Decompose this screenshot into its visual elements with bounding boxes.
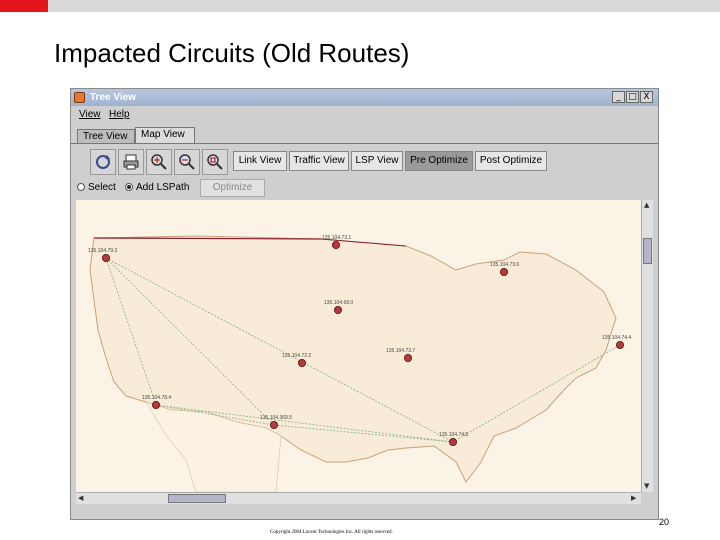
pre-optimize-button[interactable]: Pre Optimize [405, 151, 473, 171]
minimize-button[interactable]: _ [612, 91, 625, 103]
window-title-bar[interactable]: Tree View _ □ X [71, 89, 658, 106]
toolbar: Link View Traffic View LSP View Pre Opti… [75, 145, 655, 179]
router-node-label: 135.104.72.2 [282, 353, 311, 359]
router-node-label: 135.104.68.0 [324, 300, 353, 306]
post-optimize-button[interactable]: Post Optimize [475, 151, 547, 171]
link-view-button[interactable]: Link View [233, 151, 287, 171]
scroll-down-icon[interactable]: ▼ [644, 482, 649, 490]
router-node-label: 135.104.74.4 [602, 335, 631, 341]
page-number: 20 [659, 517, 670, 527]
router-node[interactable] [403, 353, 412, 362]
zoom-fit-icon[interactable] [202, 149, 228, 175]
print-icon[interactable] [118, 149, 144, 175]
add-lspath-radio[interactable] [125, 183, 133, 191]
horizontal-scrollbar[interactable]: ◀ ▶ [76, 492, 641, 504]
lsp-view-button[interactable]: LSP View [351, 151, 403, 171]
router-node[interactable] [616, 340, 625, 349]
router-node[interactable] [333, 306, 342, 315]
router-node[interactable] [499, 268, 508, 277]
refresh-icon[interactable] [90, 149, 116, 175]
router-node-label: 135.104.79.3 [88, 248, 117, 254]
add-lspath-label: Add LSPath [136, 182, 190, 193]
traffic-view-button[interactable]: Traffic View [289, 151, 349, 171]
menu-view[interactable]: View [79, 109, 101, 120]
router-node-label: 135.104.369.5 [260, 415, 292, 421]
select-radio[interactable] [77, 183, 85, 191]
horizontal-scroll-thumb[interactable] [168, 494, 226, 503]
router-node[interactable] [101, 254, 110, 263]
scroll-up-icon[interactable]: ▲ [644, 201, 649, 209]
us-map: 135.104.79.3 135.104.73.1 135.104.68.0 135.… [76, 200, 641, 492]
tab-strip: Tree View Map View [71, 127, 658, 144]
tree-view-window: Tree View _ □ X View Help Tree View Map … [70, 88, 659, 520]
close-button[interactable]: X [640, 91, 653, 103]
map-canvas[interactable]: 135.104.79.3 135.104.73.1 135.104.68.0 135.… [76, 200, 641, 492]
slide-top-bar [0, 0, 720, 12]
router-node-label: 135.104.74.5 [439, 432, 468, 438]
copyright-notice: Copyright 2004 Lucent Technologies Inc. … [270, 530, 393, 535]
window-title: Tree View [90, 92, 136, 103]
router-node-label: 135.104.73.7 [386, 348, 415, 354]
tab-tree-view[interactable]: Tree View [77, 129, 135, 143]
maximize-button[interactable]: □ [626, 91, 639, 103]
router-node[interactable] [448, 437, 457, 446]
router-node[interactable] [297, 358, 306, 367]
vertical-scrollbar[interactable]: ▲ ▼ [641, 200, 653, 492]
router-node[interactable] [331, 241, 340, 250]
router-node-label: 135.104.78.4 [142, 395, 171, 401]
router-node[interactable] [269, 420, 278, 429]
router-node-label: 135.104.73.6 [490, 262, 519, 268]
vertical-scroll-thumb[interactable] [643, 238, 652, 264]
zoom-in-icon[interactable] [146, 149, 172, 175]
zoom-out-icon[interactable] [174, 149, 200, 175]
menu-help[interactable]: Help [109, 109, 130, 120]
scroll-left-icon[interactable]: ◀ [78, 494, 83, 502]
router-node-label: 135.104.73.1 [322, 235, 351, 241]
app-icon [74, 92, 85, 103]
select-label: Select [88, 182, 116, 193]
slide-title: Impacted Circuits (Old Routes) [54, 38, 410, 68]
optimize-button[interactable]: Optimize [200, 179, 265, 197]
router-node[interactable] [152, 400, 161, 409]
menu-bar: View Help [71, 107, 658, 123]
mode-row: Select Add LSPath Optimize [75, 179, 655, 197]
scroll-right-icon[interactable]: ▶ [631, 494, 636, 502]
tab-map-view[interactable]: Map View [135, 127, 195, 143]
slide-accent-block [0, 0, 48, 12]
